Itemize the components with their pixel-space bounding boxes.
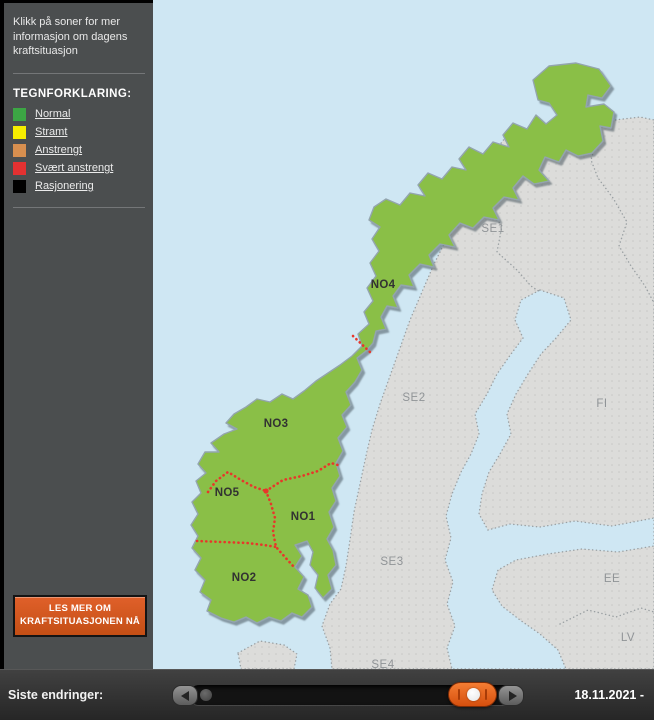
rasjonering-color-swatch <box>13 179 26 193</box>
power-situation-app: Klikk på soner for mer informasjon om da… <box>0 0 654 720</box>
legend-list: Normal Stramt Anstrengt Svært anstrengt … <box>4 107 153 193</box>
handle-dot <box>467 688 480 701</box>
legend-item-stramt[interactable]: Stramt <box>13 125 145 139</box>
legend-title: TEGNFORKLARING: <box>13 87 132 100</box>
slider-start-dot <box>200 689 212 701</box>
legend-link-stramt[interactable]: Stramt <box>35 126 67 138</box>
zone-label-no3[interactable]: NO3 <box>264 418 289 430</box>
timeline-label: Siste endringer: <box>8 688 104 702</box>
legend-item-svaert-anstrengt[interactable]: Svært anstrengt <box>13 161 145 175</box>
legend-item-anstrengt[interactable]: Anstrengt <box>13 143 145 157</box>
normal-color-swatch <box>13 107 26 121</box>
legend-link-svaert-anstrengt[interactable]: Svært anstrengt <box>35 162 113 174</box>
handle-tick-left <box>458 689 460 700</box>
stramt-color-swatch <box>13 125 26 139</box>
region-label-lv: LV <box>621 632 635 644</box>
legend-link-normal[interactable]: Normal <box>35 108 70 120</box>
legend-item-rasjonering[interactable]: Rasjonering <box>13 179 145 193</box>
slider-handle[interactable] <box>448 682 497 707</box>
read-more-line1: LES MER OM <box>48 603 112 615</box>
anstrengt-color-swatch <box>13 143 26 157</box>
svaert-anstrengt-color-swatch <box>13 161 26 175</box>
sidebar: Klikk på soner for mer informasjon om da… <box>0 0 153 669</box>
zone-label-no4[interactable]: NO4 <box>371 279 396 291</box>
read-more-line2: KRAFTSITUASJONEN NÅ <box>20 616 140 628</box>
handle-tick-right <box>485 689 487 700</box>
read-more-button[interactable]: LES MER OM KRAFTSITUASJONEN NÅ <box>13 595 147 637</box>
zone-label-no1[interactable]: NO1 <box>291 511 316 523</box>
region-label-se1: SE1 <box>481 223 504 235</box>
map-canvas: NO4 NO3 NO5 NO1 NO2 SE1 SE2 SE3 SE4 FI E… <box>153 0 654 669</box>
zone-border-junction <box>263 488 269 494</box>
legend-item-normal[interactable]: Normal <box>13 107 145 121</box>
zone-label-no2[interactable]: NO2 <box>232 572 257 584</box>
timeline-date: 18.11.2021 - <box>574 688 644 702</box>
region-label-se2: SE2 <box>402 392 425 404</box>
legend-link-anstrengt[interactable]: Anstrengt <box>35 144 82 156</box>
intro-text: Klikk på soner for mer informasjon om da… <box>13 16 128 58</box>
region-label-se4: SE4 <box>371 659 394 669</box>
divider <box>13 206 145 208</box>
region-label-fi: FI <box>596 398 607 410</box>
region-label-se3: SE3 <box>380 556 403 568</box>
arrow-left-icon <box>181 691 189 701</box>
zone-label-no5[interactable]: NO5 <box>215 487 240 499</box>
arrow-right-icon <box>509 691 517 701</box>
slider-prev-button[interactable] <box>172 685 198 706</box>
timeline-slider <box>172 682 524 707</box>
region-label-ee: EE <box>604 573 620 585</box>
slider-next-button[interactable] <box>498 685 524 706</box>
legend-link-rasjonering[interactable]: Rasjonering <box>35 180 94 192</box>
